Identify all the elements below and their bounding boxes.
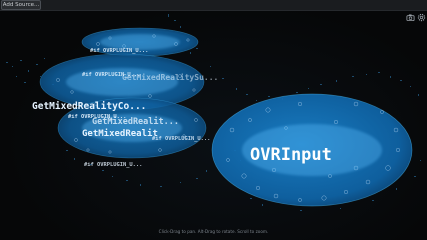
node-label-ovrplugin[interactable]: #if OVRPLUGIN_U... [84,162,142,168]
node-label-ovrplugin[interactable]: #if OVRPLUGIN_U... [152,136,210,142]
node-label-ovrinput[interactable]: OVRInput [250,145,332,165]
camera-icon[interactable] [406,13,415,22]
add-source-button[interactable]: Add Source... [1,0,41,10]
node-label-getmixedreality[interactable]: GetMixedRealityCo... [32,101,146,112]
navigation-hint: Click-Drag to pan. Alt-Drag to rotate. S… [158,229,269,234]
gear-icon[interactable] [417,13,426,22]
node-label-ovrplugin[interactable]: #if OVRPLUGIN_U... [90,48,148,54]
visualization-viewport[interactable]: #if OVRPLUGIN_U... GetMixedRealitySu... … [0,0,427,240]
node-label-getmixedreality[interactable]: GetMixedRealit... [92,116,179,127]
node-label-ovrplugin[interactable]: #if OVRPLUGIN_U... [82,72,140,78]
node-label-getmixedreality[interactable]: GetMixedRealit [82,128,158,139]
toolbar: Add Source... [0,0,427,11]
graph-canvas[interactable]: #if OVRPLUGIN_U... GetMixedRealitySu... … [0,0,427,240]
